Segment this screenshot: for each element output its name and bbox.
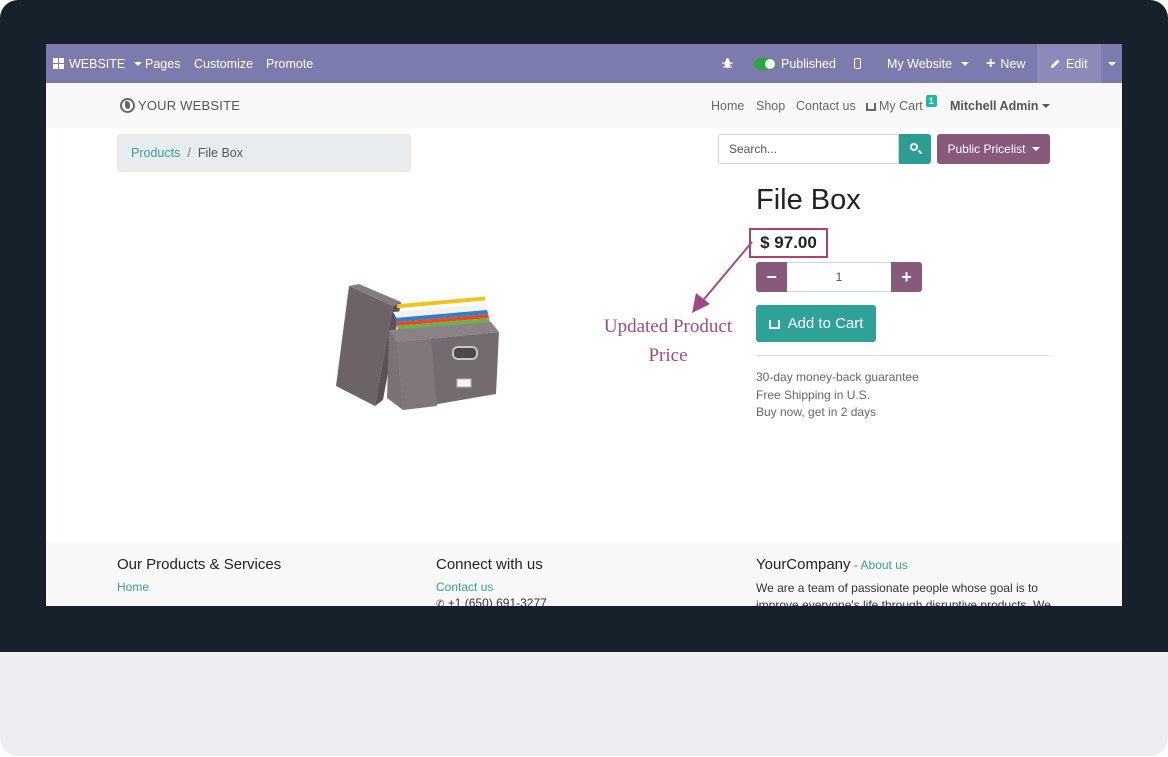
my-website-menu[interactable]: My Website	[887, 44, 970, 83]
more-options-button[interactable]	[1102, 44, 1122, 83]
annotation-arrow	[692, 241, 753, 313]
chevron-down-icon	[134, 61, 143, 66]
footer-products-title: Our Products & Services	[117, 556, 282, 573]
new-button[interactable]: + New	[986, 44, 1025, 83]
perk-money-back: 30-day money-back guarantee	[756, 370, 919, 384]
search-input[interactable]	[718, 134, 899, 164]
footer-contact-link[interactable]: Contact us	[436, 580, 736, 594]
search-group	[718, 134, 931, 164]
site-header: YOUR WEBSITE Home Shop Contact us My Car…	[46, 83, 1122, 128]
quantity-stepper: − +	[756, 262, 922, 292]
website-menu[interactable]: WEBSITE	[53, 44, 143, 83]
footer-connect-column: Connect with us Contact us ✆ +1 (650) 69…	[436, 556, 736, 606]
phone-icon: ✆	[436, 599, 445, 606]
footer-company-name: YourCompany	[756, 556, 851, 573]
footer-products-column: Our Products & Services Home	[117, 556, 281, 594]
published-toggle[interactable]: Published	[754, 44, 836, 83]
nav-contact[interactable]: Contact us	[796, 83, 856, 128]
monitor-stand	[0, 652, 1168, 756]
promote-menu[interactable]: Promote	[266, 44, 313, 83]
site-logo[interactable]: YOUR WEBSITE	[120, 83, 240, 128]
chevron-down-icon	[1108, 61, 1116, 66]
perk-free-shipping: Free Shipping in U.S.	[756, 387, 871, 402]
mobile-phone-icon	[854, 58, 861, 69]
user-menu[interactable]: Mitchell Admin	[950, 83, 1051, 128]
annotation-text: Updated Product Price	[586, 312, 750, 370]
pages-menu[interactable]: Pages	[145, 44, 180, 83]
chevron-down-icon	[1042, 103, 1051, 108]
minus-icon: −	[766, 266, 777, 287]
product-title: File Box	[756, 184, 861, 216]
plus-icon: +	[986, 54, 996, 72]
shopping-cart-icon	[866, 102, 876, 111]
breadcrumb: Products / File Box	[117, 134, 411, 172]
browser-screen: WEBSITE Pages Customize Promote Publishe…	[46, 44, 1122, 606]
plus-icon: +	[901, 266, 912, 287]
toggle-switch-icon	[754, 57, 776, 70]
pricelist-label: Public Pricelist	[947, 142, 1026, 156]
annotation-line-2: Price	[648, 345, 688, 366]
customize-menu[interactable]: Customize	[194, 44, 253, 83]
footer-connect-title: Connect with us	[436, 556, 543, 573]
nav-my-cart[interactable]: My Cart 1	[866, 83, 937, 128]
globe-icon	[120, 98, 135, 113]
my-website-label: My Website	[887, 56, 953, 71]
chevron-down-icon	[1031, 147, 1040, 151]
apps-grid-icon	[53, 58, 64, 69]
breadcrumb-current: File Box	[197, 146, 243, 160]
perk-fast-delivery: Buy now, get in 2 days	[756, 405, 877, 419]
cart-count-badge: 1	[925, 94, 937, 107]
website-menu-label: WEBSITE	[69, 56, 126, 71]
new-label: New	[1000, 56, 1026, 71]
site-footer: Our Products & Services Home Connect wit…	[46, 542, 1122, 606]
breadcrumb-separator: /	[187, 146, 191, 160]
product-image	[336, 284, 499, 410]
footer-company-dash: -	[850, 558, 861, 572]
chevron-down-icon	[961, 61, 970, 66]
edit-label: Edit	[1066, 56, 1088, 71]
footer-company-title: YourCompany - About us	[756, 556, 1056, 573]
footer-company-text: We are a team of passionate people whose…	[756, 581, 1051, 606]
breadcrumb-products[interactable]: Products	[131, 146, 180, 160]
edit-button[interactable]: Edit	[1050, 44, 1088, 83]
search-icon	[910, 143, 918, 151]
admin-bar: WEBSITE Pages Customize Promote Publishe…	[46, 44, 1122, 83]
cart-label: My Cart	[879, 98, 923, 113]
divider	[756, 355, 1050, 356]
search-button[interactable]	[899, 134, 931, 164]
add-to-cart-label: Add to Cart	[787, 315, 864, 332]
nav-shop[interactable]: Shop	[756, 83, 785, 128]
quantity-decrease-button[interactable]: −	[756, 262, 787, 292]
pencil-icon	[1051, 59, 1060, 68]
shopping-cart-icon	[768, 320, 780, 329]
product-price: $ 97.00	[749, 228, 828, 258]
user-name: Mitchell Admin	[950, 98, 1039, 113]
site-logo-text: YOUR WEBSITE	[138, 98, 241, 113]
product-perks: 30-day money-back guarantee Free Shippin…	[756, 369, 919, 422]
footer-phone-number: +1 (650) 691-3277	[447, 596, 547, 606]
footer-about-link[interactable]: About us	[861, 558, 908, 572]
annotation-line-1: Updated Product	[603, 316, 733, 337]
footer-company-column: YourCompany - About us We are a team of …	[756, 556, 1056, 606]
debug-bug-icon[interactable]	[722, 44, 733, 83]
quantity-input[interactable]	[787, 262, 891, 292]
quantity-increase-button[interactable]: +	[891, 262, 922, 292]
published-label: Published	[781, 56, 836, 71]
nav-home[interactable]: Home	[711, 83, 744, 128]
footer-home-link[interactable]: Home	[117, 580, 281, 594]
pricelist-dropdown[interactable]: Public Pricelist	[937, 134, 1050, 164]
add-to-cart-button[interactable]: Add to Cart	[756, 305, 876, 342]
mobile-preview-button[interactable]	[854, 44, 861, 83]
footer-phone: ✆ +1 (650) 691-3277	[436, 595, 736, 606]
